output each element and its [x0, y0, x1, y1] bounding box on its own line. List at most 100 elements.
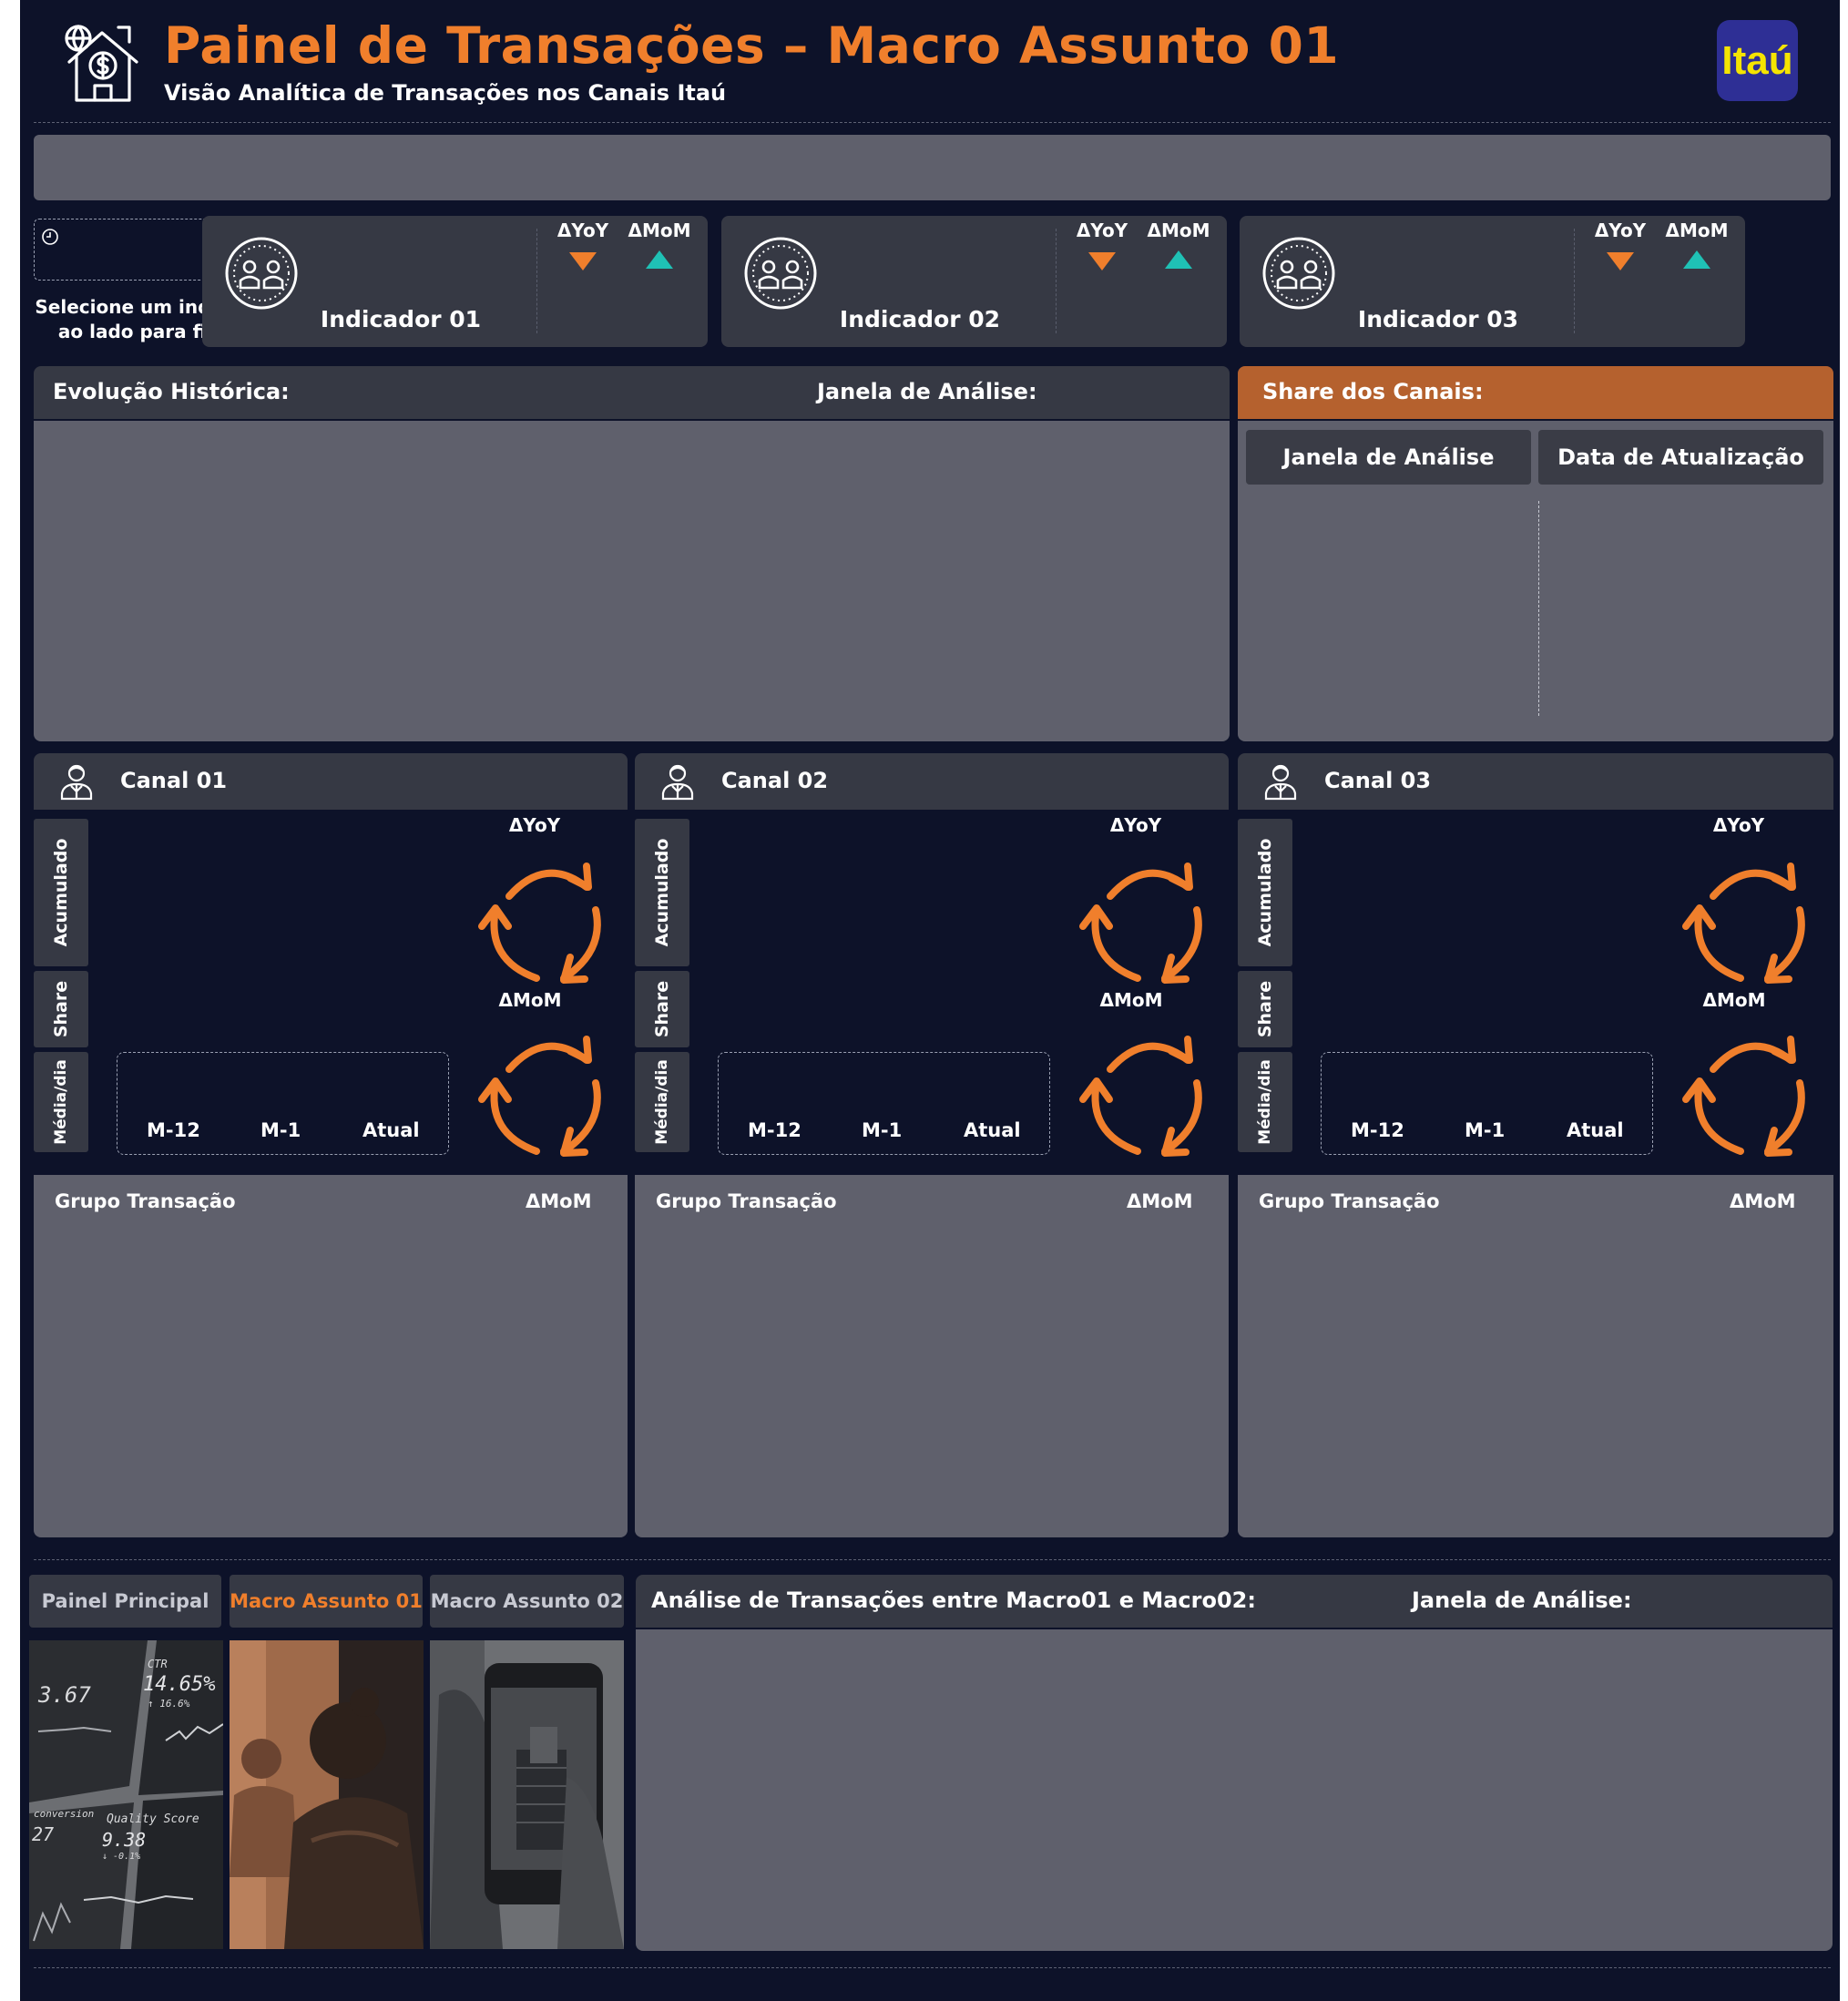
house-dollar-globe-icon: [65, 25, 138, 102]
indicator-card-2[interactable]: Indicador 02 ΔYoY ΔMoM: [721, 216, 1227, 347]
nav-tab-macro-assunto-01[interactable]: Macro Assunto 01: [230, 1575, 423, 1628]
group-transaction-table-3[interactable]: Grupo Transação ΔMoM: [1238, 1175, 1833, 1537]
share-panel-body: Janela de Análise Data de Atualização: [1238, 421, 1833, 741]
indicator-mom-label: ΔMoM: [628, 219, 691, 241]
trend-down-icon: [1607, 252, 1634, 271]
cycle-arrows-icon: [1069, 1019, 1224, 1160]
page-title: Painel de Transações – Macro Assunto 01: [164, 16, 1340, 75]
indicator-yoy-label: ΔYoY: [556, 219, 609, 241]
photo-conversion-value: 27: [32, 1823, 54, 1845]
group-mom-header: ΔMoM: [1730, 1190, 1796, 1212]
channel-name: Canal 01: [120, 768, 228, 793]
indicator-divider: [536, 229, 537, 333]
photo-quality-delta: ↓ -0.1%: [102, 1852, 140, 1862]
tab-media-label: Média/dia: [52, 1059, 70, 1145]
people-photo[interactable]: [230, 1640, 424, 1949]
share-title: Share dos Canais:: [1262, 379, 1484, 404]
share-window-button[interactable]: Janela de Análise: [1246, 430, 1531, 485]
history-chart-area[interactable]: [34, 421, 1230, 741]
photo-conversion-label: conversion: [34, 1808, 94, 1820]
period-atual: Atual: [964, 1119, 1021, 1141]
divider: [34, 1559, 1831, 1560]
cycle-arrows-icon: [468, 846, 623, 987]
group-transaction-table-1[interactable]: Grupo Transação ΔMoM: [34, 1175, 628, 1537]
divider: [34, 122, 1831, 123]
channel-yoy-label: ΔYoY: [1712, 814, 1765, 836]
group-transaction-table-2[interactable]: Grupo Transação ΔMoM: [635, 1175, 1229, 1537]
period-m1: M-1: [1465, 1119, 1506, 1141]
tab-media-label: Média/dia: [1256, 1059, 1274, 1145]
people-group-icon: [744, 237, 817, 310]
analytics-dashboard-photo[interactable]: 3.67 CTR 14.65% ↑ 16.6% conversion 27 Qu…: [29, 1640, 223, 1949]
smartphone-photo[interactable]: [430, 1640, 624, 1949]
divider: [34, 1967, 1831, 1968]
indicator-card-3[interactable]: Indicador 03 ΔYoY ΔMoM: [1240, 216, 1745, 347]
user-icon: [56, 761, 97, 804]
indicator-yoy-label: ΔYoY: [1594, 219, 1647, 241]
cycle-arrows-icon: [1069, 846, 1224, 987]
tab-acumulado-label: Acumulado: [652, 838, 672, 947]
filter-bar[interactable]: [34, 135, 1831, 200]
photo-ctr-label: CTR: [148, 1658, 168, 1670]
cycle-arrows-icon: [1672, 846, 1827, 987]
channel-yoy-label: ΔYoY: [508, 814, 561, 836]
tab-acumulado[interactable]: Acumulado: [34, 819, 88, 966]
history-title: Evolução Histórica:: [53, 379, 290, 404]
dashboard-canvas: Painel de Transações – Macro Assunto 01 …: [20, 0, 1840, 2001]
tab-media-dia[interactable]: Média/dia: [1238, 1052, 1292, 1152]
photo-ctr-delta: ↑ 16.6%: [148, 1698, 190, 1710]
tab-acumulado[interactable]: Acumulado: [1238, 819, 1292, 966]
tab-share[interactable]: Share: [34, 971, 88, 1047]
share-panel-header: Share dos Canais:: [1238, 366, 1833, 419]
indicator-mom-label: ΔMoM: [1665, 219, 1729, 241]
indicator-name: Indicador 02: [839, 306, 1001, 332]
nav-tab-painel-principal[interactable]: Painel Principal: [29, 1575, 221, 1628]
analysis-window-label: Janela de Análise:: [1412, 1588, 1632, 1613]
tab-media-dia[interactable]: Média/dia: [34, 1052, 88, 1152]
group-transaction-header: Grupo Transação: [656, 1190, 837, 1212]
clock-icon: [42, 229, 58, 245]
user-icon: [658, 761, 698, 804]
page-subtitle: Visão Analítica de Transações nos Canais…: [164, 80, 727, 106]
trend-up-icon: [1165, 250, 1192, 269]
tab-share[interactable]: Share: [1238, 971, 1292, 1047]
tab-share-label: Share: [1255, 980, 1275, 1038]
channel-mom-label: ΔMoM: [1099, 989, 1163, 1011]
people-group-icon: [1262, 237, 1335, 310]
nav-tab-macro-assunto-02[interactable]: Macro Assunto 02: [430, 1575, 624, 1628]
share-update-button[interactable]: Data de Atualização: [1538, 430, 1823, 485]
tab-share[interactable]: Share: [635, 971, 689, 1047]
channel-header-1: Canal 01: [34, 753, 628, 810]
tab-media-dia[interactable]: Média/dia: [635, 1052, 689, 1152]
itau-logo: Itaú: [1717, 20, 1798, 101]
channel-header-3: Canal 03: [1238, 753, 1833, 810]
trend-up-icon: [646, 250, 673, 269]
analysis-panel-header: Análise de Transações entre Macro01 e Ma…: [636, 1575, 1833, 1628]
photo-quality-label: Quality Score: [107, 1812, 199, 1826]
cycle-arrows-icon: [1672, 1019, 1827, 1160]
period-m1: M-1: [862, 1119, 903, 1141]
indicator-card-1[interactable]: Indicador 01 ΔYoY ΔMoM: [202, 216, 708, 347]
period-box: M-12 M-1 Atual: [1321, 1052, 1653, 1155]
channel-yoy-label: ΔYoY: [1109, 814, 1162, 836]
period-atual: Atual: [1567, 1119, 1624, 1141]
group-mom-header: ΔMoM: [526, 1190, 592, 1212]
indicator-yoy-label: ΔYoY: [1076, 219, 1128, 241]
analysis-chart-area[interactable]: [636, 1629, 1833, 1951]
history-panel-header: Evolução Histórica: Janela de Análise:: [34, 366, 1230, 419]
indicator-divider: [1056, 229, 1057, 333]
indicator-name: Indicador 01: [320, 306, 482, 332]
indicator-mom-label: ΔMoM: [1147, 219, 1210, 241]
indicator-name: Indicador 03: [1357, 306, 1519, 332]
period-box: M-12 M-1 Atual: [117, 1052, 449, 1155]
analysis-title: Análise de Transações entre Macro01 e Ma…: [651, 1588, 1256, 1613]
tab-acumulado[interactable]: Acumulado: [635, 819, 689, 966]
user-icon: [1261, 761, 1301, 804]
trend-down-icon: [569, 252, 597, 271]
indicator-divider: [1574, 229, 1575, 333]
group-transaction-header: Grupo Transação: [1259, 1190, 1440, 1212]
group-mom-header: ΔMoM: [1127, 1190, 1193, 1212]
photo-value-left: 3.67: [37, 1682, 91, 1708]
period-atual: Atual: [362, 1119, 420, 1141]
tab-media-label: Média/dia: [653, 1059, 671, 1145]
